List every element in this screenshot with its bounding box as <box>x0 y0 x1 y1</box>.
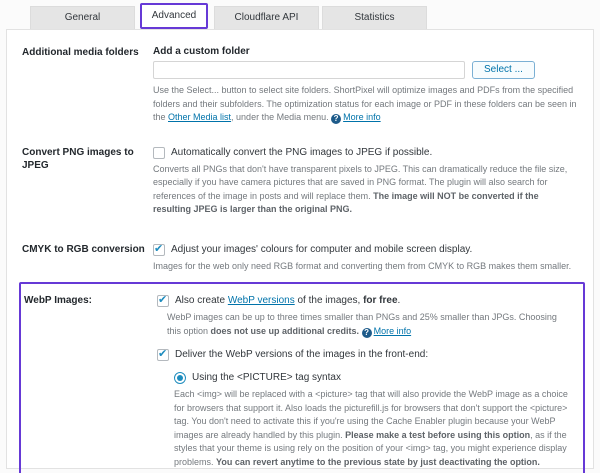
help-icon: ? <box>361 327 372 338</box>
row-label-additional-media-folders: Additional media folders <box>22 47 139 58</box>
checkbox-create-webp-checked[interactable] <box>157 293 169 307</box>
checkbox-deliver-webp-checked[interactable] <box>157 347 169 361</box>
tab-advanced[interactable]: Advanced <box>142 5 206 27</box>
deliver-webp-checkbox-label: Deliver the WebP versions of the images … <box>175 349 429 360</box>
checkbox-cmyk-checked[interactable] <box>153 242 165 256</box>
row-additional-media-folders: Additional media folders Add a custom fo… <box>11 46 589 125</box>
row-label-cmyk: CMYK to RGB conversion <box>22 243 145 255</box>
desc-text: , under the Media menu. <box>231 112 332 122</box>
advanced-tab-highlight-box: Advanced <box>140 3 208 29</box>
tab-cloudflare-api[interactable]: Cloudflare API <box>214 6 319 29</box>
webp-section-highlight-box: WebP Images: Also create WebP versions o… <box>19 282 585 473</box>
convert-png-checkbox-label: Automatically convert the PNG images to … <box>171 146 433 158</box>
row-webp-images: WebP Images: Also create WebP versions o… <box>21 293 581 473</box>
advanced-settings-panel: Additional media folders Add a custom fo… <box>6 29 594 473</box>
other-media-list-link[interactable]: Other Media list <box>168 112 231 122</box>
row-convert-png-to-jpeg: Convert PNG images to JPEG Automatically… <box>11 146 589 217</box>
settings-tabbar: General Advanced Cloudflare API Statisti… <box>30 3 600 29</box>
picture-tag-description: Each <img> will be replaced with a <pict… <box>174 389 568 467</box>
select-folder-button[interactable]: Select ... <box>472 61 535 79</box>
tab-statistics[interactable]: Statistics <box>322 6 427 29</box>
create-webp-checkbox-label: Also create WebP versions of the images,… <box>175 295 401 306</box>
tab-general[interactable]: General <box>30 6 135 29</box>
cmyk-checkbox-label: Adjust your images' colours for computer… <box>171 243 473 255</box>
picture-tag-radio-label: Using the <PICTURE> tag syntax <box>192 372 341 383</box>
media-folders-description: Use the Select... button to select site … <box>153 84 579 125</box>
convert-png-description: Converts all PNGs that don't have transp… <box>153 163 568 215</box>
row-cmyk-to-rgb: CMYK to RGB conversion Adjust your image… <box>11 242 589 274</box>
row-label-webp: WebP Images: <box>24 295 92 306</box>
shortpixel-settings-page: General Advanced Cloudflare API Statisti… <box>0 0 600 473</box>
custom-folder-input[interactable] <box>153 61 465 79</box>
create-webp-description: WebP images can be up to three times sma… <box>167 312 557 338</box>
add-custom-folder-label: Add a custom folder <box>153 46 250 57</box>
row-label-convert-png: Convert PNG images to JPEG <box>22 146 134 171</box>
checkbox-convert-png-unchecked[interactable] <box>153 146 165 159</box>
cmyk-description: Images for the web only need RGB format … <box>153 260 572 271</box>
webp-more-info-link[interactable]: More info <box>374 326 412 336</box>
webp-versions-link[interactable]: WebP versions <box>228 295 295 306</box>
more-info-link[interactable]: More info <box>343 112 381 122</box>
radio-picture-tag-selected[interactable] <box>174 372 186 384</box>
help-icon: ? <box>331 114 342 124</box>
